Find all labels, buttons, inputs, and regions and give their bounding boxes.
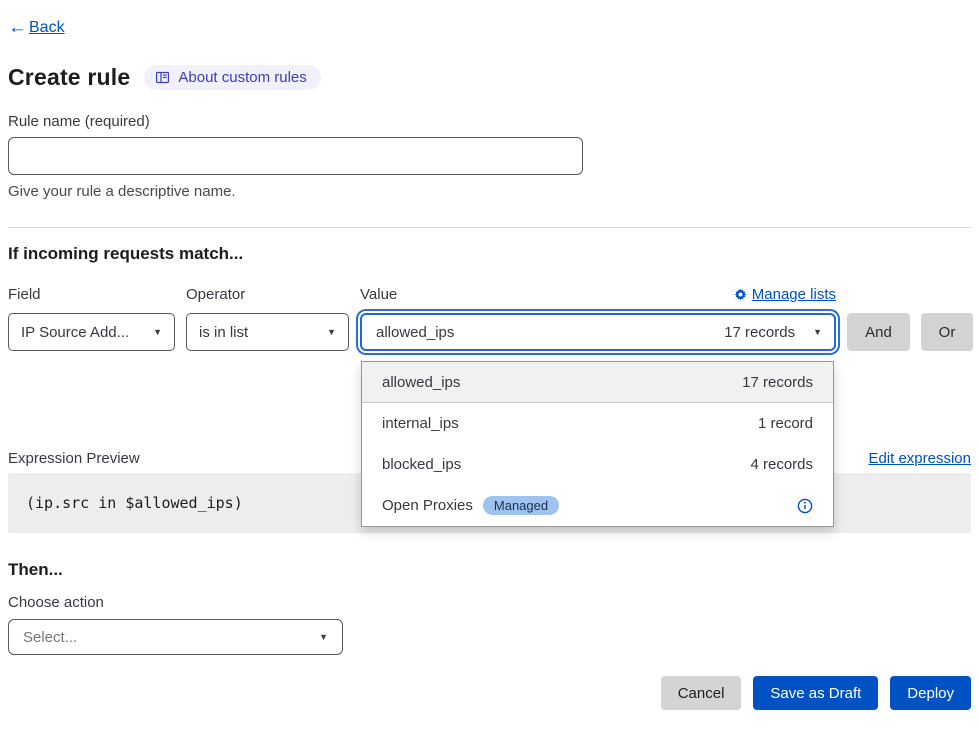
deploy-button[interactable]: Deploy [890, 676, 971, 710]
rule-name-label: Rule name (required) [8, 113, 971, 130]
back-arrow-icon: ← [8, 18, 27, 38]
chevron-down-icon: ▼ [319, 632, 328, 642]
list-item-name: internal_ips [382, 415, 459, 432]
edit-expression-link[interactable]: Edit expression [868, 450, 971, 467]
operator-label: Operator [186, 286, 349, 303]
rule-name-input[interactable] [8, 137, 583, 175]
about-custom-rules-link[interactable]: About custom rules [144, 65, 320, 90]
list-item-name: Open Proxies [382, 497, 473, 514]
field-select-value: IP Source Add... [21, 324, 129, 341]
operator-select[interactable]: is in list ▼ [186, 313, 349, 351]
managed-badge: Managed [483, 496, 559, 515]
value-select-value: allowed_ips [376, 324, 454, 341]
match-condition-row: Field Operator Value Manage lists IP Sou… [8, 286, 971, 351]
section-divider [8, 227, 971, 228]
chevron-down-icon: ▼ [813, 327, 822, 337]
manage-lists-label: Manage lists [752, 286, 836, 303]
action-select-placeholder: Select... [23, 629, 77, 646]
dropdown-item-allowed-ips[interactable]: allowed_ips 17 records [362, 362, 833, 403]
back-link[interactable]: ← Back [8, 18, 65, 38]
list-item-records: 1 record [758, 415, 813, 432]
value-select[interactable]: allowed_ips 17 records ▼ [360, 313, 836, 351]
book-icon [155, 70, 170, 85]
value-label: Value [360, 286, 397, 303]
back-label[interactable]: Back [29, 19, 65, 37]
footer-actions: Cancel Save as Draft Deploy [8, 676, 971, 710]
value-select-meta: 17 records [724, 324, 795, 341]
choose-action-label: Choose action [8, 594, 971, 611]
cancel-button[interactable]: Cancel [661, 676, 742, 710]
dropdown-item-blocked-ips[interactable]: blocked_ips 4 records [362, 444, 833, 485]
info-icon[interactable] [797, 498, 813, 514]
and-button[interactable]: And [847, 313, 910, 351]
about-badge-label: About custom rules [178, 69, 306, 86]
list-item-records: 4 records [750, 456, 813, 473]
chevron-down-icon: ▼ [327, 327, 336, 337]
operator-select-value: is in list [199, 324, 248, 341]
or-button[interactable]: Or [921, 313, 973, 351]
save-as-draft-button[interactable]: Save as Draft [753, 676, 878, 710]
page-title: Create rule [8, 64, 130, 91]
expression-preview-label: Expression Preview [8, 450, 140, 467]
manage-lists-link[interactable]: Manage lists [734, 286, 836, 303]
dropdown-item-open-proxies[interactable]: Open Proxies Managed [362, 485, 833, 526]
expression-code: (ip.src in $allowed_ips) [26, 494, 243, 512]
action-select[interactable]: Select... ▼ [8, 619, 343, 655]
page-header: Create rule About custom rules [8, 64, 971, 91]
then-section-heading: Then... [8, 560, 971, 580]
value-dropdown-menu: allowed_ips 17 records internal_ips 1 re… [361, 361, 834, 527]
rule-name-helper: Give your rule a descriptive name. [8, 183, 971, 200]
list-item-name: allowed_ips [382, 374, 460, 391]
dropdown-item-internal-ips[interactable]: internal_ips 1 record [362, 403, 833, 444]
list-item-name: blocked_ips [382, 456, 461, 473]
match-section-heading: If incoming requests match... [8, 244, 971, 264]
field-label: Field [8, 286, 175, 303]
list-item-records: 17 records [742, 374, 813, 391]
gear-icon [734, 288, 747, 301]
field-select[interactable]: IP Source Add... ▼ [8, 313, 175, 351]
chevron-down-icon: ▼ [153, 327, 162, 337]
